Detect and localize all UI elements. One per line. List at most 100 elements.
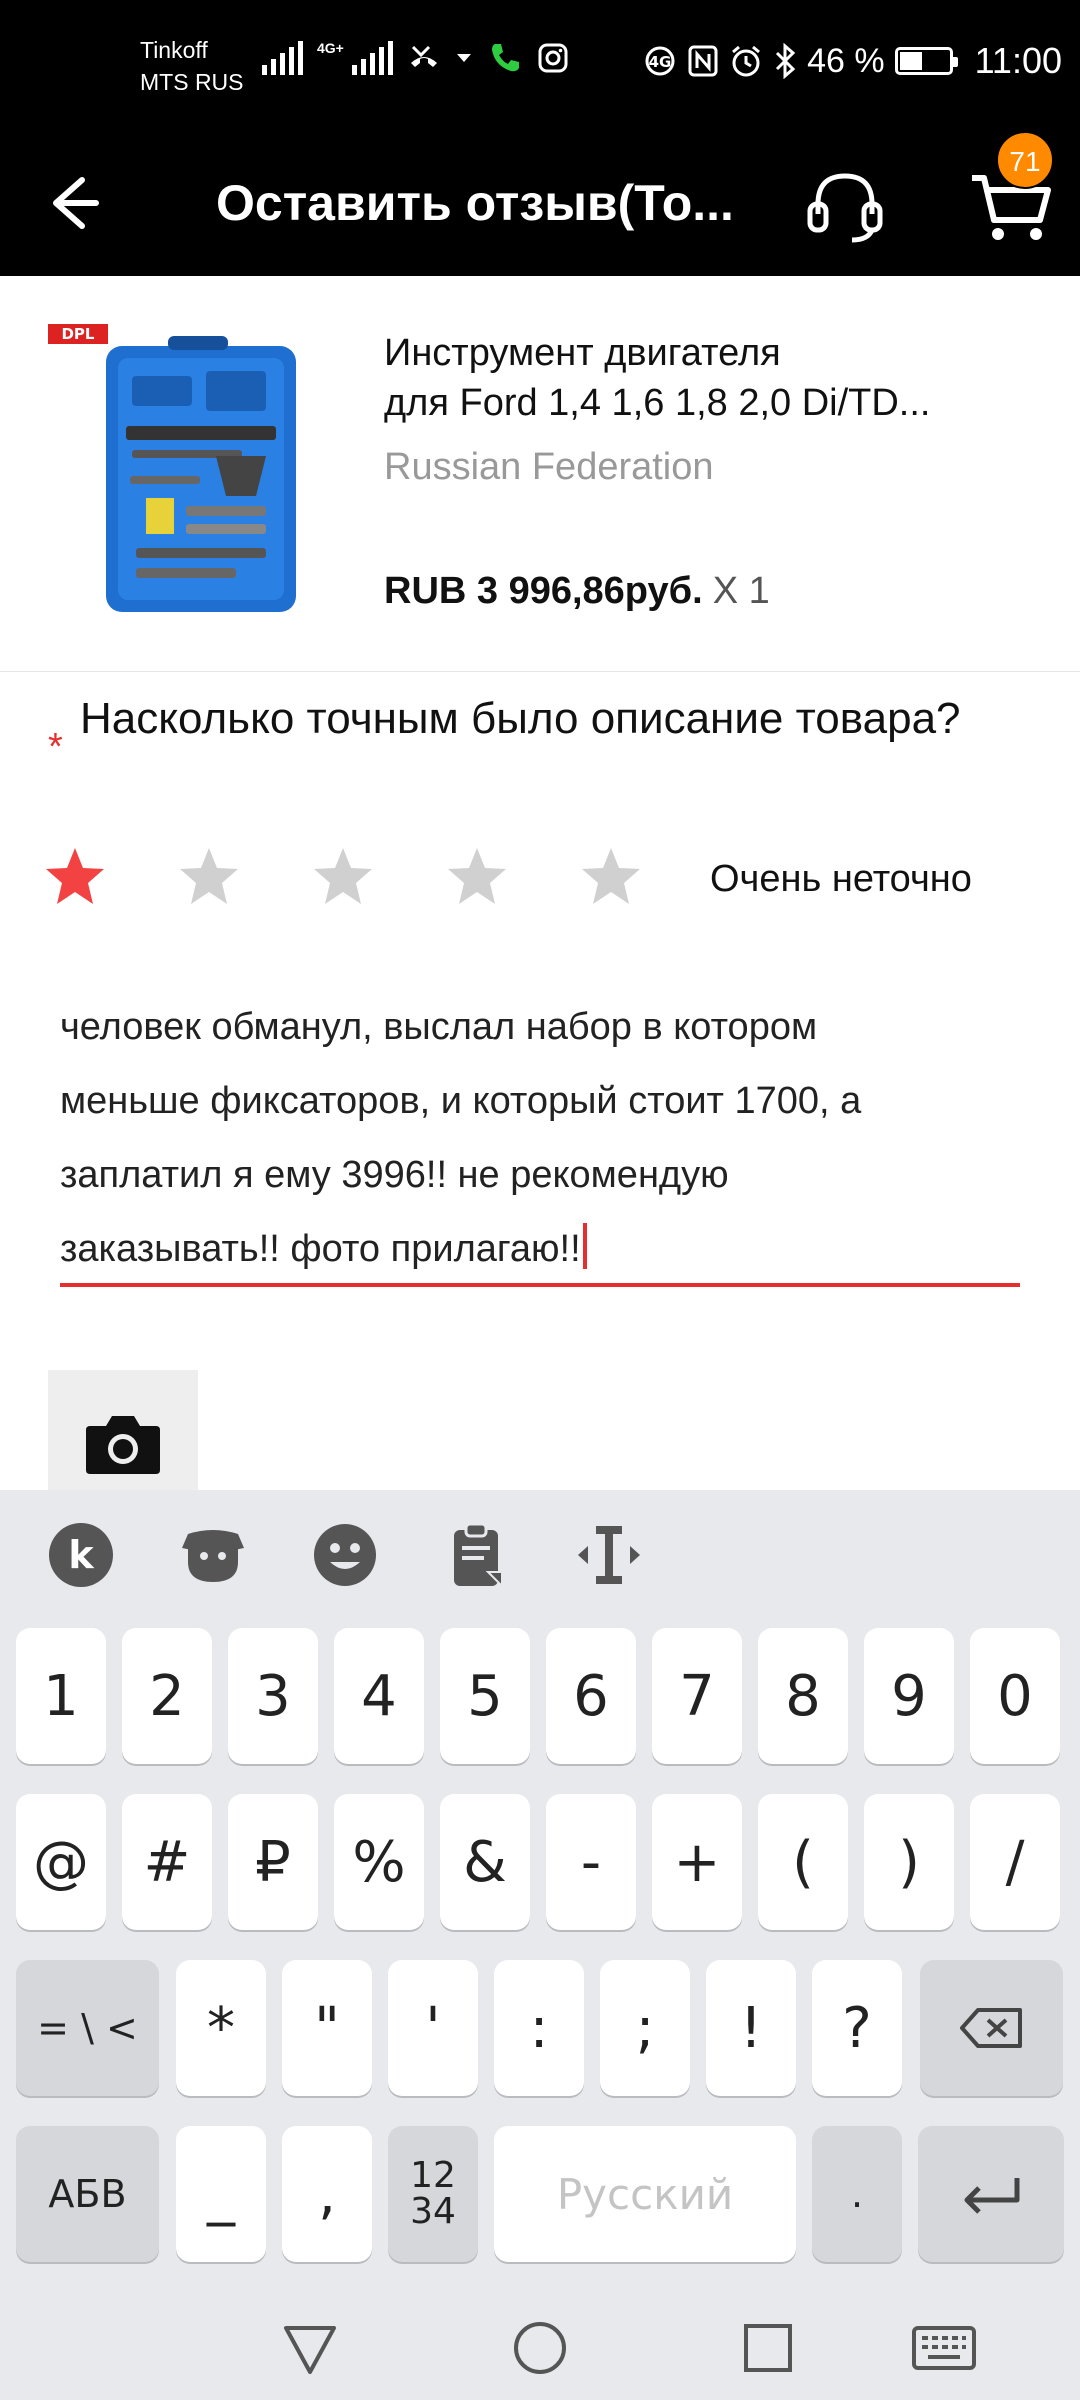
keyboard: k 1 2 3 4 5 6 7 8 9 0 @ # ₽% & - +() / = \ < * " ':;!? АБВ _, 1… [0, 1490, 1080, 2292]
key-9[interactable]: / [970, 1794, 1060, 1930]
backspace-icon [959, 2008, 1022, 2048]
numpad-bottom: 34 [410, 2191, 456, 2232]
key-2[interactable]: 2 [122, 1628, 212, 1764]
star-2[interactable] [178, 846, 240, 908]
battery-fill [899, 52, 922, 70]
keyboard-switch-icon[interactable] [912, 2316, 976, 2380]
key-0[interactable]: 0 [970, 1628, 1060, 1764]
key-8[interactable]: ) [864, 1794, 954, 1930]
signal-2-icon [351, 41, 393, 75]
star-4[interactable] [446, 846, 508, 908]
product-title-line-1: Инструмент двигателя [384, 332, 781, 374]
brand-logo: DPL [61, 325, 94, 343]
key-4[interactable]: 4 [334, 1628, 424, 1764]
data-saver-icon: 4G [645, 46, 675, 76]
key-3[interactable]: % [334, 1794, 424, 1930]
period-key[interactable]: . [812, 2126, 902, 2262]
key-5[interactable]: - [546, 1794, 636, 1930]
add-photo-button[interactable] [48, 1370, 198, 1500]
numpad-key[interactable]: 12 34 [388, 2126, 478, 2262]
key-4[interactable]: & [440, 1794, 530, 1930]
required-mark: * [48, 726, 63, 768]
key-sym-2[interactable]: ' [388, 1960, 478, 2096]
price-row: RUB 3 996,86руб. X 1 [384, 570, 770, 613]
key-8[interactable]: 8 [758, 1628, 848, 1764]
clock: 11:00 [974, 40, 1062, 81]
key-0[interactable]: @ [16, 1794, 106, 1930]
review-field-underline [60, 1283, 1020, 1287]
underscore-key[interactable]: _ [176, 2126, 266, 2262]
enter-key[interactable] [918, 2126, 1064, 2262]
enter-icon [964, 2178, 1020, 2214]
key-9[interactable]: 9 [864, 1628, 954, 1764]
product-card[interactable]: DPL Инструмент двигателя для Ford 1,4 1,… [0, 276, 1080, 672]
key-sym-3[interactable]: : [494, 1960, 584, 2096]
carrier-label: Tinkoff MTS RUS [140, 34, 244, 98]
rating-label: Очень неточно [710, 858, 972, 900]
alarm-icon [732, 45, 761, 77]
comma-key[interactable]: , [282, 2126, 372, 2262]
star-3[interactable] [312, 846, 374, 908]
clipboard-icon[interactable] [442, 1520, 512, 1590]
key-3[interactable]: 3 [228, 1628, 318, 1764]
key-sym-1[interactable]: " [282, 1960, 372, 2096]
battery-percent: 46 % [807, 41, 885, 80]
key-5[interactable]: 5 [440, 1628, 530, 1764]
backspace-key[interactable] [920, 1960, 1063, 2096]
review-line-4-text: заказывать!! фото прилагаю!! [60, 1228, 581, 1270]
star-1[interactable] [44, 846, 106, 908]
product-title[interactable]: Инструмент двигателя для Ford 1,4 1,6 1,… [384, 328, 984, 428]
keyboard-logo-icon[interactable]: k [46, 1520, 116, 1590]
svg-text:4G: 4G [649, 53, 672, 71]
review-line-1: человек обманул, выслал набор в котором [60, 1006, 818, 1048]
phone-call-icon [491, 44, 519, 72]
key-6[interactable]: + [652, 1794, 742, 1930]
key-sym-6[interactable]: ? [812, 1960, 902, 2096]
support-headset-icon[interactable] [800, 160, 890, 250]
network-type-label: 4G+ [317, 40, 344, 56]
dropdown-arrow-icon [456, 54, 471, 62]
key-sym-4[interactable]: ; [600, 1960, 690, 2096]
product-price: RUB 3 996,86руб. [384, 570, 703, 612]
key-sym-5[interactable]: ! [706, 1960, 796, 2096]
back-triangle-icon[interactable] [278, 2316, 342, 2380]
back-arrow-icon[interactable] [42, 168, 112, 238]
instagram-icon [538, 43, 568, 73]
star-rating[interactable] [44, 846, 642, 908]
ships-from: Russian Federation [384, 446, 714, 488]
missed-call-icon [410, 45, 437, 67]
bluetooth-icon [776, 43, 796, 79]
emoji-icon[interactable] [310, 1520, 380, 1590]
carrier-line-1: Tinkoff [140, 37, 208, 63]
carrier-line-2: MTS RUS [140, 69, 244, 95]
key-6[interactable]: 6 [546, 1628, 636, 1764]
lang-switch-key[interactable]: АБВ [16, 2126, 159, 2262]
star-5[interactable] [580, 846, 642, 908]
home-circle-icon[interactable] [508, 2316, 572, 2380]
numpad-top: 12 [410, 2155, 456, 2196]
space-key[interactable]: Русский [494, 2126, 796, 2262]
nfc-icon [688, 45, 718, 77]
recents-square-icon[interactable] [736, 2316, 800, 2380]
product-quantity: X 1 [712, 570, 770, 612]
review-line-3: заплатил я ему 3996!! не рекомендую [60, 1154, 729, 1196]
sticker-icon[interactable] [178, 1520, 248, 1590]
status-icons-left: 4G+ [262, 40, 569, 76]
camera-icon [86, 1416, 160, 1474]
key-7[interactable]: 7 [652, 1628, 742, 1764]
key-sym-0[interactable]: * [176, 1960, 266, 2096]
review-line-4: заказывать!! фото прилагаю!! [60, 1212, 1020, 1286]
review-textarea[interactable]: человек обманул, выслал набор в котором … [60, 990, 1020, 1286]
product-image[interactable]: DPL [46, 316, 352, 616]
key-1[interactable]: # [122, 1794, 212, 1930]
key-7[interactable]: ( [758, 1794, 848, 1930]
key-2[interactable]: ₽ [228, 1794, 318, 1930]
app-bar: Оставить отзыв(То... [0, 130, 1080, 276]
rating-question: Насколько точным было описание товара? [80, 694, 961, 743]
battery-icon [894, 47, 958, 75]
cursor-icon[interactable] [574, 1520, 644, 1590]
text-cursor [582, 1223, 587, 1269]
status-icons-right: 4G 46 % 11:00 [643, 40, 1062, 82]
symbols-key[interactable]: = \ < [16, 1960, 159, 2096]
key-1[interactable]: 1 [16, 1628, 106, 1764]
